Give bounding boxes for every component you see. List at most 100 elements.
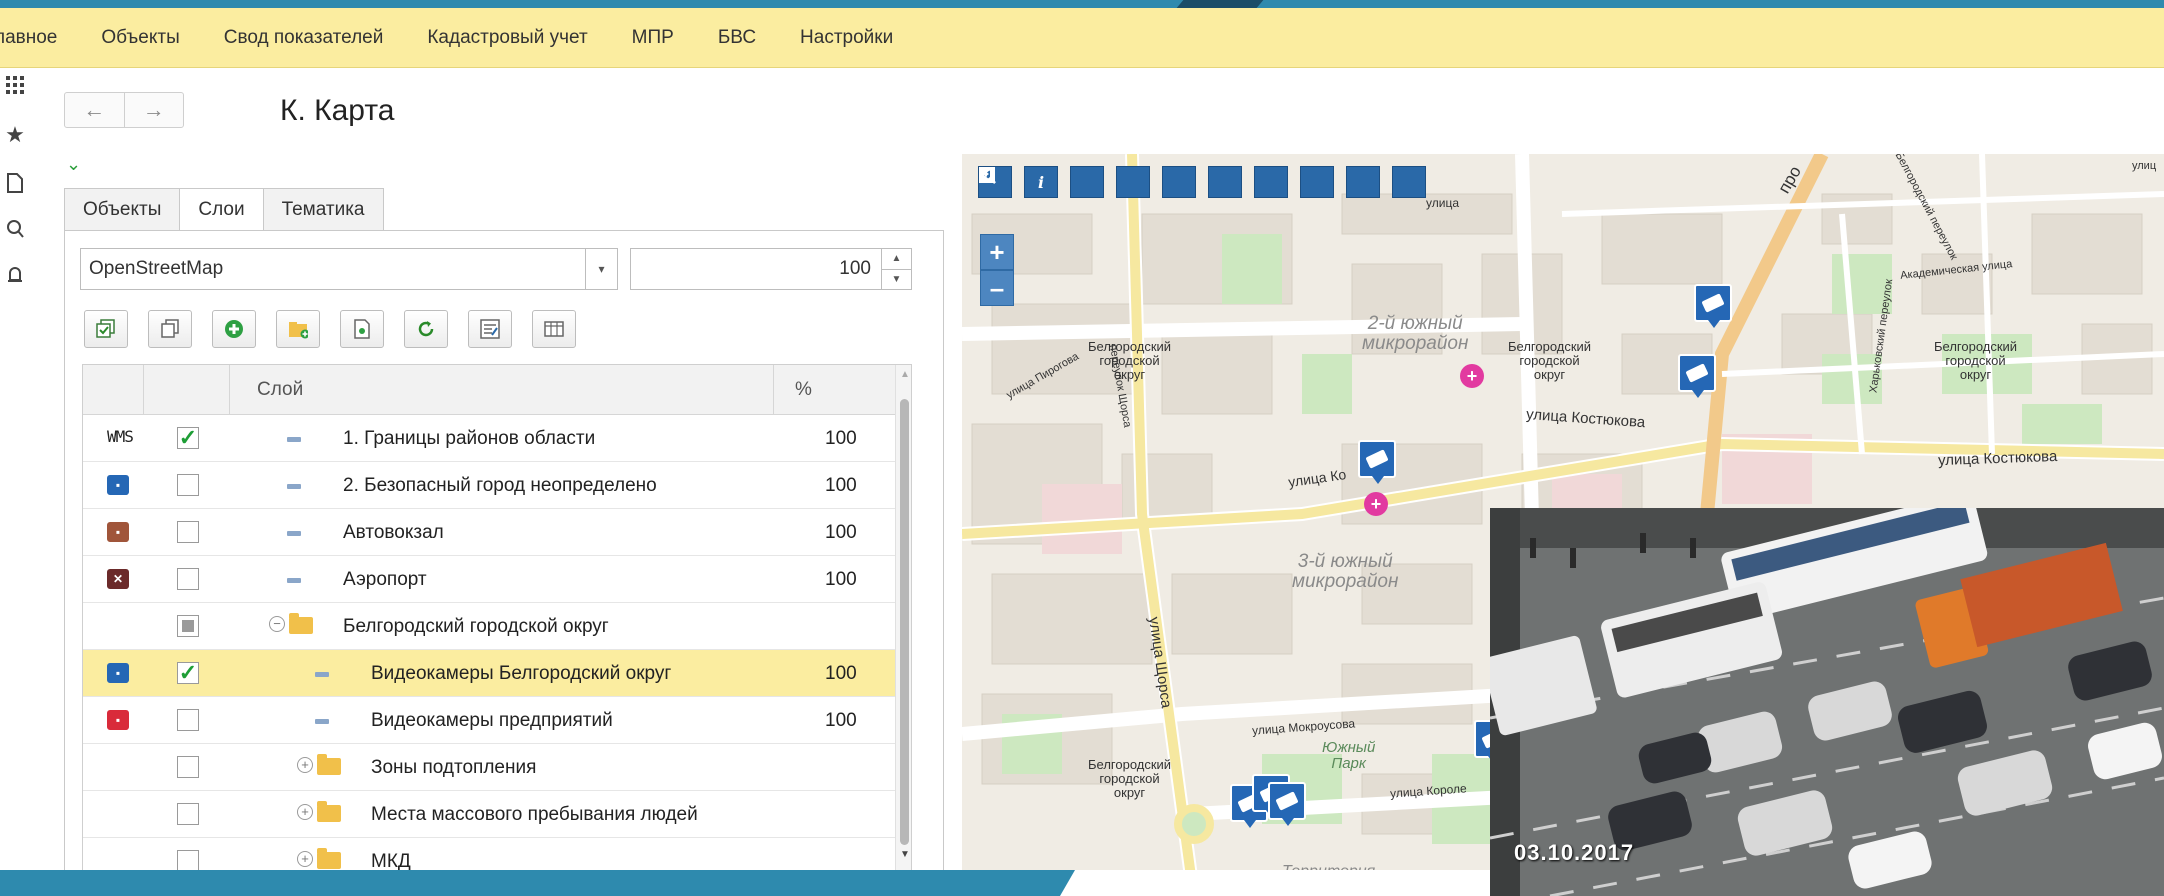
- table-row[interactable]: ▪ Видеокамеры предприятий 100: [83, 697, 895, 744]
- refresh-button[interactable]: [404, 310, 448, 348]
- tree-expand-icon[interactable]: +: [297, 851, 313, 867]
- forward-arrow-icon[interactable]: →: [123, 93, 184, 127]
- table-row[interactable]: ▪ 2. Безопасный город неопределено 100: [83, 462, 895, 509]
- check-all-button[interactable]: [84, 310, 128, 348]
- table-scrollbar[interactable]: ▲ ▼: [895, 365, 911, 870]
- opacity-stepper[interactable]: ▲ ▼: [881, 249, 911, 289]
- camera-lens: [1685, 363, 1709, 383]
- layer-checkbox[interactable]: [177, 615, 199, 637]
- dropdown-arrow-icon[interactable]: ▾: [585, 249, 617, 289]
- table-row[interactable]: − Белгородский городской округ: [83, 603, 895, 650]
- scroll-down-icon[interactable]: ▼: [900, 849, 910, 860]
- opacity-field[interactable]: 100 ▲ ▼: [630, 248, 912, 290]
- layers-toolbar: [84, 310, 596, 348]
- pan-icon[interactable]: [979, 166, 1104, 198]
- table-row[interactable]: + Места массового пребывания людей: [83, 791, 895, 838]
- zoom-out-tool-icon[interactable]: [979, 166, 1426, 198]
- layer-group-name: Зоны подтопления: [371, 757, 537, 778]
- menu-item-indicators[interactable]: Свод показателей: [224, 27, 384, 49]
- info-icon[interactable]: i: [1024, 166, 1058, 198]
- camera-marker-icon[interactable]: [1694, 284, 1732, 328]
- camera-marker-icon[interactable]: [1678, 354, 1716, 398]
- back-icon[interactable]: [979, 166, 1334, 198]
- label-line: Белгородский: [1088, 757, 1172, 772]
- column-divider: [229, 365, 230, 415]
- camera-marker-icon[interactable]: [1358, 440, 1396, 484]
- label-line: округ: [1113, 785, 1146, 800]
- table-row[interactable]: + Зоны подтопления: [83, 744, 895, 791]
- layer-percent: 100: [825, 522, 857, 543]
- copy-button[interactable]: [148, 310, 192, 348]
- table-row[interactable]: + МКД: [83, 838, 895, 870]
- tree-expand-icon[interactable]: +: [297, 804, 313, 820]
- tree-expand-icon[interactable]: +: [297, 757, 313, 773]
- basemap-select[interactable]: OpenStreetMap ▾: [80, 248, 618, 290]
- apps-grid-icon[interactable]: [2, 70, 28, 100]
- save-button[interactable]: [340, 310, 384, 348]
- scrollbar-thumb[interactable]: [900, 399, 909, 845]
- label-line: микрорайон: [1362, 333, 1469, 354]
- street-label: улица: [1426, 196, 1459, 210]
- label-line: городской: [1099, 353, 1160, 368]
- camera-icon: ▪: [107, 710, 129, 730]
- menu-item-settings[interactable]: Настройки: [800, 27, 893, 49]
- label-line: Белгородский: [1934, 339, 2018, 354]
- columns-button[interactable]: [532, 310, 576, 348]
- table-row[interactable]: WMS ✓ 1. Границы районов области 100: [83, 415, 895, 462]
- layer-checkbox[interactable]: ✓: [177, 425, 199, 450]
- table-row-selected[interactable]: ▪ ✓ Видеокамеры Белгородский округ 100: [83, 650, 895, 697]
- zoom-in-button[interactable]: +: [980, 234, 1014, 270]
- stepper-up-icon[interactable]: ▲: [882, 249, 911, 269]
- layer-name: Видеокамеры Белгородский округ: [371, 663, 672, 684]
- layer-percent: 100: [825, 663, 857, 684]
- layer-checkbox[interactable]: [177, 568, 199, 590]
- chevron-down-icon[interactable]: ⌄: [66, 154, 81, 175]
- table-row[interactable]: ▪ Автовокзал 100: [83, 509, 895, 556]
- tab-objects[interactable]: Объекты: [64, 188, 181, 230]
- add-folder-button[interactable]: [276, 310, 320, 348]
- zoom-out-button[interactable]: –: [980, 270, 1014, 306]
- layer-checkbox[interactable]: [177, 803, 199, 825]
- menu-item-main[interactable]: лавное: [0, 27, 57, 49]
- add-button[interactable]: [212, 310, 256, 348]
- measure-area-icon[interactable]: [979, 166, 1196, 198]
- hospital-marker-icon[interactable]: +: [1460, 364, 1484, 388]
- camera-lens: [1365, 449, 1389, 469]
- tab-layers[interactable]: Слои: [179, 188, 264, 231]
- document-icon[interactable]: [2, 168, 28, 198]
- layer-name: Автовокзал: [343, 522, 444, 543]
- scroll-up-icon[interactable]: ▲: [900, 369, 910, 380]
- tree-collapse-icon[interactable]: −: [269, 616, 285, 632]
- column-header-layer[interactable]: Слой: [257, 379, 303, 401]
- measure-line-icon[interactable]: [981, 166, 1150, 198]
- tab-thematic[interactable]: Тематика: [262, 188, 384, 230]
- filter-icon[interactable]: [979, 166, 1288, 198]
- settings-button[interactable]: [468, 310, 512, 348]
- back-arrow-icon[interactable]: ←: [65, 93, 124, 127]
- hospital-marker-icon[interactable]: +: [1364, 492, 1388, 516]
- column-header-percent[interactable]: %: [795, 379, 812, 401]
- map-toolbar: i: [978, 166, 1438, 198]
- menu-item-objects[interactable]: Объекты: [101, 27, 179, 49]
- measure-area-2-icon[interactable]: [980, 166, 1242, 198]
- search-icon[interactable]: [2, 214, 28, 244]
- star-icon[interactable]: ★: [2, 120, 28, 150]
- menu-item-cadastre[interactable]: Кадастровый учет: [427, 27, 587, 49]
- table-row[interactable]: ✕ Аэропорт 100: [83, 556, 895, 603]
- layer-checkbox[interactable]: [177, 709, 199, 731]
- stepper-down-icon[interactable]: ▼: [882, 268, 911, 290]
- camera-snapshot-photo: 03.10.2017: [1490, 508, 2164, 896]
- zoom-in-tool-icon[interactable]: [979, 166, 1380, 198]
- menu-item-bvs[interactable]: БВС: [718, 27, 756, 49]
- layer-checkbox[interactable]: [177, 756, 199, 778]
- layer-checkbox[interactable]: [177, 850, 199, 870]
- map-pin-icon: ▪: [107, 475, 129, 495]
- layer-checkbox[interactable]: ✓: [177, 660, 199, 685]
- menu-item-mpr[interactable]: МПР: [632, 27, 674, 49]
- layer-checkbox[interactable]: [177, 474, 199, 496]
- camera-marker-icon[interactable]: [1268, 782, 1306, 826]
- map-label-okrug: Белгородский городской округ: [1934, 340, 2017, 382]
- bell-icon[interactable]: [2, 260, 28, 290]
- layer-checkbox[interactable]: [177, 521, 199, 543]
- layer-group-name: Места массового пребывания людей: [371, 804, 698, 825]
